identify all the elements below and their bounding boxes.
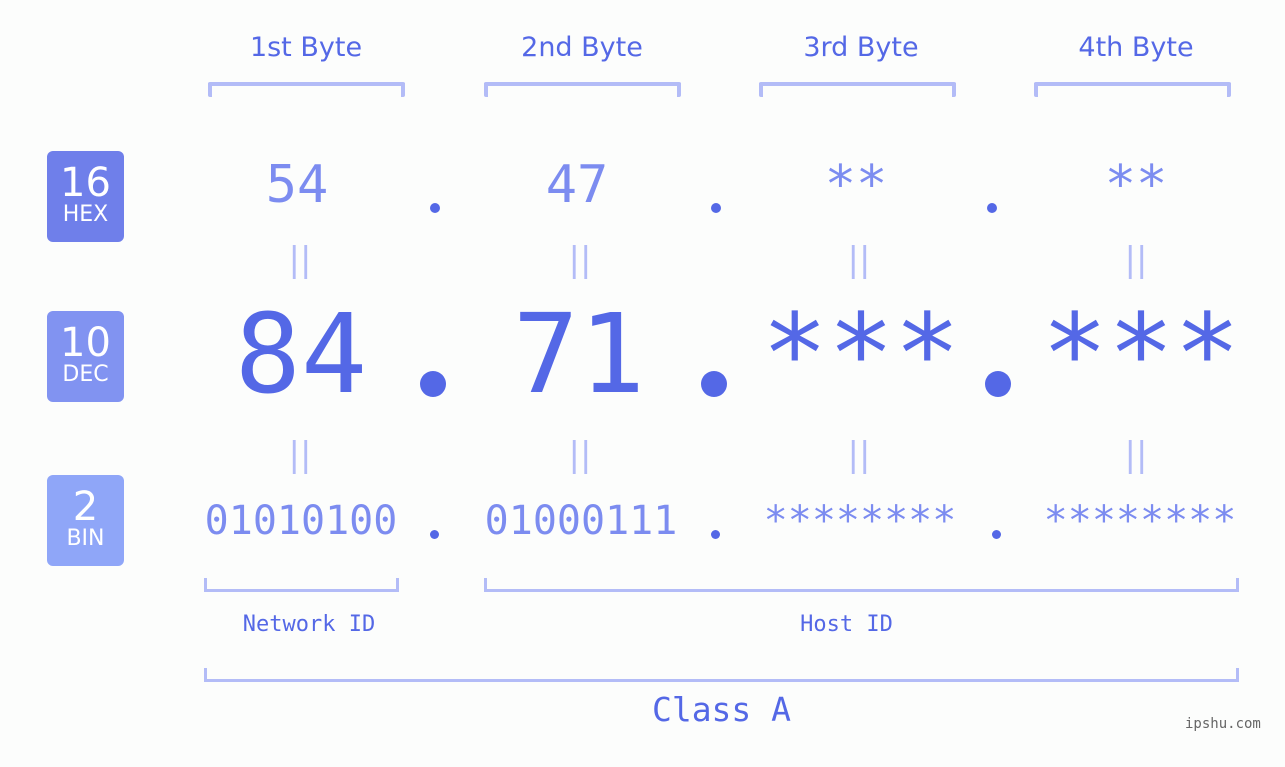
bin-value-2: 01000111 [484,498,678,544]
byte-bracket-2 [484,82,681,97]
hex-dot-1 [430,203,440,213]
bin-dot-1 [430,530,439,539]
byte-header-2: 2nd Byte [521,32,643,63]
byte-header-4: 4th Byte [1078,32,1194,63]
hex-value-1: 54 [265,155,329,215]
bin-dot-3 [992,530,1001,539]
dec-value-4: *** [1041,290,1241,418]
equals-sign: || [847,240,871,280]
dec-value-3: *** [761,290,961,418]
class-bracket [204,668,1239,682]
watermark: ipshu.com [1185,716,1261,732]
hex-value-3: ** [824,155,888,215]
equals-sign: || [288,435,312,475]
class-label: Class A [651,690,792,729]
hex-badge: 16 HEX [47,151,124,242]
dec-dot-3 [985,371,1011,397]
dec-value-1: 84 [234,290,368,418]
dec-base-label: DEC [62,362,109,387]
hex-value-2: 47 [545,155,609,215]
dec-dot-1 [420,371,446,397]
bin-base-label: BIN [66,526,105,551]
hex-value-4: ** [1104,155,1168,215]
bin-value-3: ******** [763,498,957,544]
equals-sign: || [847,435,871,475]
bin-base-number: 2 [72,484,99,530]
byte-bracket-1 [208,82,405,97]
host-id-label: Host ID [800,612,893,637]
dec-badge: 10 DEC [47,311,124,402]
byte-header-1: 1st Byte [249,32,363,63]
dec-base-number: 10 [60,320,111,366]
equals-sign: || [1124,435,1148,475]
byte-bracket-4 [1034,82,1231,97]
bin-dot-2 [711,530,720,539]
bin-value-1: 01010100 [204,498,398,544]
equals-sign: || [568,435,592,475]
network-id-label: Network ID [242,612,376,637]
dec-value-2: 71 [512,290,646,418]
bin-badge: 2 BIN [47,475,124,566]
host-id-bracket [484,578,1239,592]
hex-dot-3 [987,203,997,213]
equals-sign: || [568,240,592,280]
byte-bracket-3 [759,82,956,97]
hex-base-number: 16 [60,160,111,206]
bin-value-4: ******** [1043,498,1237,544]
hex-base-label: HEX [62,202,109,227]
byte-header-3: 3rd Byte [803,32,919,63]
hex-dot-2 [711,203,721,213]
network-id-bracket [204,578,399,592]
equals-sign: || [1124,240,1148,280]
equals-sign: || [288,240,312,280]
dec-dot-2 [701,371,727,397]
